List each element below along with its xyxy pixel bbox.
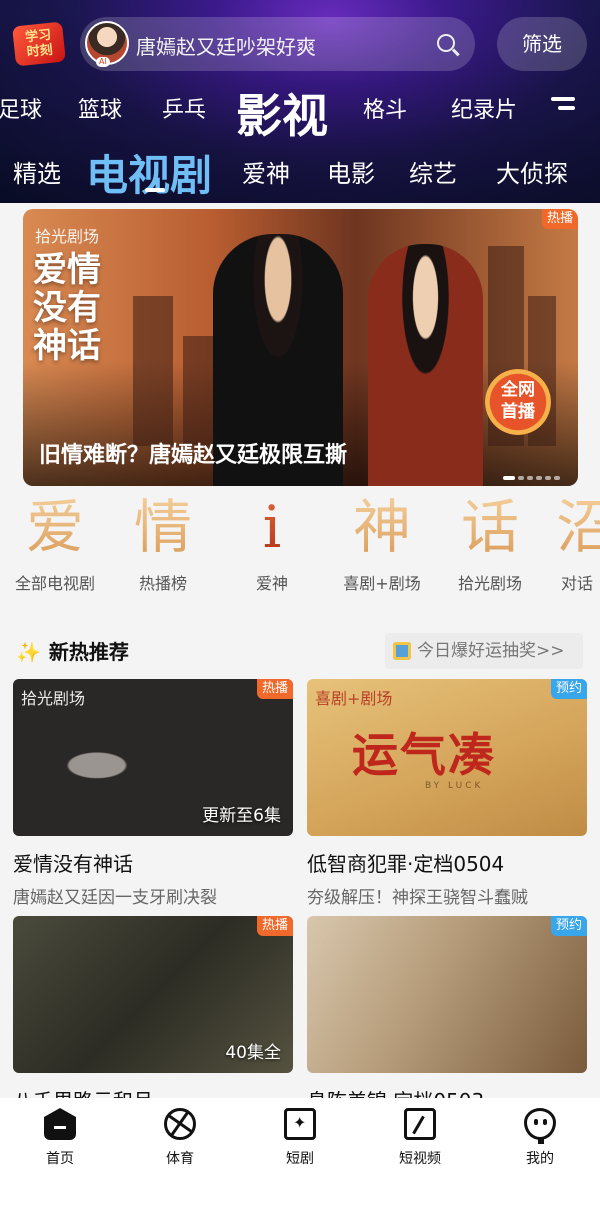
nav-label: 体育 [166, 1151, 194, 1167]
show-thumbnail[interactable]: 预约 [307, 916, 587, 1073]
show-card[interactable]: 拾光剧场 热播 更新至6集 爱情没有神话 唐嫣赵又廷因一支牙刷决裂 [13, 679, 293, 908]
show-thumbnail[interactable]: 喜剧+剧场 运气凑 BY LUCK 预约 [307, 679, 587, 836]
filter-button[interactable]: 筛选 [497, 17, 587, 71]
subtab-movie[interactable]: 电影 [327, 154, 375, 189]
episode-status: 40集全 [225, 1043, 281, 1063]
subcategory-tabs: 精选 电视剧 爱神 电影 综艺 大侦探 [0, 140, 600, 200]
subtab-tv-series[interactable]: 电视剧 [86, 142, 212, 203]
entry-label: 拾光剧场 [457, 574, 522, 593]
gift-icon [393, 642, 411, 660]
preorder-tag: 预约 [550, 679, 587, 699]
lottery-text: 今日爆好运抽奖>> [417, 641, 565, 661]
tab-basketball[interactable]: 篮球 [78, 92, 122, 124]
nav-label: 首页 [46, 1151, 74, 1167]
home-icon [44, 1108, 76, 1140]
search-icon[interactable] [437, 34, 455, 52]
carousel-indicator [500, 465, 560, 480]
subtab-featured[interactable]: 精选 [13, 154, 61, 189]
entry-label: 喜剧+剧场 [343, 574, 421, 593]
entry-aishen[interactable]: i 爱神 [217, 490, 327, 594]
section-title: ✨ 新热推荐 [16, 636, 129, 665]
tab-fighting[interactable]: 格斗 [363, 92, 407, 124]
entry-label: 全部电视剧 [14, 574, 95, 593]
hero-brand: 拾光剧场 [35, 227, 100, 246]
entry-glyph: 话 [435, 490, 545, 564]
hero-banner[interactable]: 拾光剧场 爱情没有神话 热播 全网 首播 旧情难断？唐嫣赵又廷极限互撕 [23, 209, 578, 486]
entry-glyph: 情 [108, 490, 218, 564]
category-tabs: 足球 篮球 乒乓 影视 格斗 纪录片 [0, 80, 600, 143]
drama-icon [284, 1108, 316, 1140]
nav-label: 短视频 [399, 1151, 441, 1167]
entry-hot-ranking[interactable]: 情 热播榜 [108, 490, 218, 594]
subtab-aishen[interactable]: 爱神 [242, 154, 290, 189]
entry-all-tv[interactable]: 爱 全部电视剧 [0, 490, 110, 594]
entry-label: 爱神 [255, 574, 288, 593]
tab-documentary[interactable]: 纪录片 [451, 92, 517, 124]
entry-glyph: 沼 [545, 490, 600, 564]
show-thumbnail[interactable]: 热播 40集全 [13, 916, 293, 1073]
subtab-variety[interactable]: 综艺 [409, 154, 457, 189]
preorder-tag: 预约 [550, 916, 587, 936]
nav-label: 短剧 [286, 1151, 314, 1167]
show-thumbnail[interactable]: 拾光剧场 热播 更新至6集 [13, 679, 293, 836]
active-tab-indicator [145, 188, 165, 192]
entry-glyph: 爱 [0, 490, 110, 564]
category-menu-icon[interactable] [551, 97, 575, 117]
nav-short-drama[interactable]: 短剧 [240, 1108, 360, 1168]
short-video-icon [404, 1108, 436, 1140]
search-bar[interactable]: AI 唐嫣赵又廷吵架好爽 [80, 17, 475, 71]
tab-football[interactable]: 足球 [0, 92, 42, 124]
section-title-text: 新热推荐 [48, 640, 129, 664]
show-title[interactable]: 爱情没有神话 [13, 848, 293, 877]
hero-caption: 旧情难断？唐嫣赵又廷极限互撕 [39, 443, 348, 468]
hot-tag: 热播 [256, 916, 293, 936]
poster-title: 运气凑 [352, 728, 496, 782]
nav-sports[interactable]: 体育 [120, 1108, 240, 1168]
episode-status: 更新至6集 [202, 806, 281, 826]
subtab-detective[interactable]: 大侦探 [496, 154, 568, 189]
hot-tag: 热播 [256, 679, 293, 699]
lottery-link[interactable]: 今日爆好运抽奖>> [385, 633, 583, 669]
bottom-nav: 首页 体育 短剧 短视频 我的 [0, 1098, 600, 1222]
nav-label: 我的 [526, 1151, 554, 1167]
tab-film-tv[interactable]: 影视 [236, 80, 328, 146]
entry-glyph: 神 [327, 490, 437, 564]
profile-icon [524, 1108, 556, 1144]
entry-comedy-theater[interactable]: 神 喜剧+剧场 [327, 490, 437, 594]
ai-badge: AI [96, 57, 110, 67]
entry-label: 热播榜 [138, 574, 187, 593]
show-card[interactable]: 预约 息陈美锦·定档0503 [307, 916, 587, 1114]
entry-glyph: i [217, 490, 327, 564]
hot-tag: 热播 [541, 209, 578, 229]
search-query[interactable]: 唐嫣赵又廷吵架好爽 [136, 31, 316, 60]
tab-pingpong[interactable]: 乒乓 [162, 92, 206, 124]
entry-label: 对话 [561, 574, 594, 593]
premiere-stamp: 全网 首播 [485, 369, 551, 435]
show-subtitle: 唐嫣赵又廷因一支牙刷决裂 [13, 888, 217, 908]
entry-shiguang-theater[interactable]: 话 拾光剧场 [435, 490, 545, 594]
show-card[interactable]: 热播 40集全 八千里路云和月 [13, 916, 293, 1114]
card-brandmark: 喜剧+剧场 [315, 689, 393, 708]
card-brandmark: 拾光剧场 [21, 689, 86, 708]
top-header: 学习 时刻 AI 唐嫣赵又廷吵架好爽 筛选 足球 篮球 乒乓 影视 格斗 纪录片 … [0, 0, 600, 203]
basketball-icon [164, 1108, 196, 1140]
show-subtitle: 夯级解压！神探王骁智斗蠢贼 [307, 888, 528, 908]
nav-profile[interactable]: 我的 [480, 1108, 600, 1168]
sparkle-icon: ✨ [16, 640, 41, 664]
nav-short-video[interactable]: 短视频 [360, 1108, 480, 1168]
xuexi-logo[interactable]: 学习 时刻 [12, 21, 66, 67]
poster-subtitle: BY LUCK [425, 781, 484, 791]
entry-dialogue[interactable]: 沼 对话 [545, 490, 600, 594]
hero-show-logo: 爱情没有神话 [33, 250, 101, 366]
nav-home[interactable]: 首页 [0, 1108, 120, 1168]
hero-actress-image [368, 244, 483, 486]
show-card[interactable]: 喜剧+剧场 运气凑 BY LUCK 预约 低智商犯罪·定档0504 夯级解压！神… [307, 679, 587, 908]
show-title[interactable]: 低智商犯罪·定档0504 [307, 848, 587, 877]
quick-entries: 爱 全部电视剧 情 热播榜 i 爱神 神 喜剧+剧场 话 拾光剧场 沼 对话 [0, 490, 600, 600]
